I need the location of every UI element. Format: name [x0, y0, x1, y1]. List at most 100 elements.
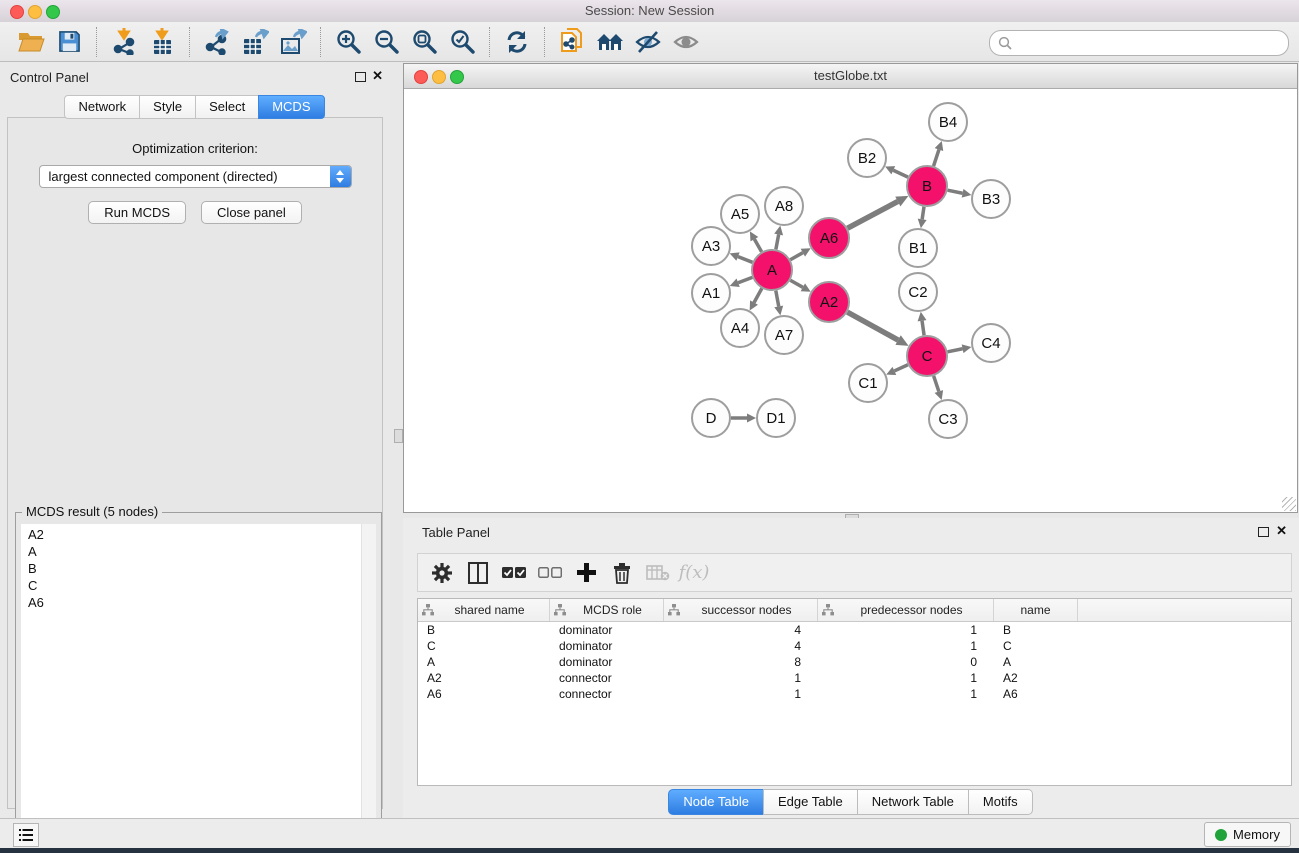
node-B2[interactable]: B2	[848, 139, 886, 177]
run-mcds-button[interactable]: Run MCDS	[88, 201, 186, 224]
float-table-panel-icon[interactable]	[1258, 527, 1269, 537]
search-input[interactable]	[1012, 36, 1288, 51]
tab-network[interactable]: Network	[64, 95, 140, 119]
edge-C-C4[interactable]	[948, 344, 972, 353]
edge-A-A5[interactable]	[750, 231, 762, 251]
column-header-MCDS-role[interactable]: MCDS role	[550, 599, 664, 621]
column-header-name[interactable]: name	[994, 599, 1078, 621]
edge-A-A8[interactable]	[774, 226, 783, 250]
import-table-button[interactable]	[143, 25, 181, 59]
float-panel-icon[interactable]	[355, 72, 366, 82]
zoom-selected-button[interactable]	[443, 25, 481, 59]
tab-edge-table[interactable]: Edge Table	[763, 789, 858, 815]
refresh-layout-button[interactable]	[498, 25, 536, 59]
function-builder-button[interactable]: f(x)	[678, 558, 710, 588]
hide-selected-button[interactable]	[629, 25, 667, 59]
node-D[interactable]: D	[692, 399, 730, 437]
network-close-traffic-light[interactable]	[414, 70, 428, 84]
mcds-result-item[interactable]: B	[21, 561, 362, 578]
zoom-in-button[interactable]	[329, 25, 367, 59]
column-header-shared-name[interactable]: shared name	[418, 599, 550, 621]
select-all-rows-button[interactable]	[498, 558, 530, 588]
column-header-successor-nodes[interactable]: successor nodes	[664, 599, 818, 621]
network-minimize-traffic-light[interactable]	[432, 70, 446, 84]
search-field[interactable]	[989, 30, 1289, 56]
edge-A-A6[interactable]	[790, 248, 810, 259]
table-row[interactable]: Bdominator41B	[418, 622, 1291, 638]
duplicate-network-button[interactable]	[553, 25, 591, 59]
column-header-predecessor-nodes[interactable]: predecessor nodes	[818, 599, 994, 621]
table-row[interactable]: Adominator80A	[418, 654, 1291, 670]
node-C2[interactable]: C2	[899, 273, 937, 311]
node-A3[interactable]: A3	[692, 227, 730, 265]
table-row[interactable]: A6connector11A6	[418, 686, 1291, 702]
window-resize-grip[interactable]	[1282, 497, 1296, 511]
table-row[interactable]: A2connector11A2	[418, 670, 1291, 686]
edge-A-A7[interactable]	[774, 291, 783, 316]
network-canvas[interactable]: B4B2BB3A8A5A6A3B1AA1C2A2A4A7C4CC1C3DD1	[404, 89, 1297, 512]
edge-A-A3[interactable]	[730, 252, 753, 262]
open-session-button[interactable]	[12, 25, 50, 59]
node-A5[interactable]: A5	[721, 195, 759, 233]
tab-mcds[interactable]: MCDS	[258, 95, 324, 119]
node-C[interactable]: C	[907, 336, 947, 376]
node-B1[interactable]: B1	[899, 229, 937, 267]
mcds-result-item[interactable]: A6	[21, 595, 362, 612]
export-image-button[interactable]	[274, 25, 312, 59]
node-A8[interactable]: A8	[765, 187, 803, 225]
show-all-button[interactable]	[667, 25, 705, 59]
tab-node-table[interactable]: Node Table	[668, 789, 764, 815]
export-table-button[interactable]	[236, 25, 274, 59]
import-network-button[interactable]	[105, 25, 143, 59]
node-A[interactable]: A	[752, 250, 792, 290]
minimize-window-traffic-light[interactable]	[28, 5, 42, 19]
show-panels-menu-button[interactable]	[13, 823, 39, 847]
node-C1[interactable]: C1	[849, 364, 887, 402]
close-table-panel-icon[interactable]: ✕	[1276, 523, 1287, 539]
table-settings-button[interactable]	[426, 558, 458, 588]
tab-network-table[interactable]: Network Table	[857, 789, 969, 815]
node-A2[interactable]: A2	[809, 282, 849, 322]
edge-A-A2[interactable]	[790, 280, 810, 291]
vertical-splitter-handle[interactable]	[394, 429, 403, 443]
edge-C-C2[interactable]	[918, 312, 927, 335]
mcds-result-item[interactable]: A	[21, 544, 362, 561]
mcds-result-item[interactable]: C	[21, 578, 362, 595]
edge-B-B1[interactable]	[918, 207, 927, 228]
network-window-titlebar[interactable]: testGlobe.txt	[404, 64, 1297, 89]
node-C4[interactable]: C4	[972, 324, 1010, 362]
node-A7[interactable]: A7	[765, 316, 803, 354]
node-B4[interactable]: B4	[929, 103, 967, 141]
criterion-dropdown[interactable]: largest connected component (directed)	[39, 165, 352, 188]
edge-B-B2[interactable]	[885, 166, 908, 177]
node-A6[interactable]: A6	[809, 218, 849, 258]
deselect-all-rows-button[interactable]	[534, 558, 566, 588]
delete-columns-button[interactable]	[606, 558, 638, 588]
close-panel-button[interactable]: Close panel	[201, 201, 302, 224]
tab-motifs[interactable]: Motifs	[968, 789, 1033, 815]
zoom-window-traffic-light[interactable]	[46, 5, 60, 19]
memory-button[interactable]: Memory	[1204, 822, 1291, 847]
edge-A2-C[interactable]	[847, 312, 908, 346]
edge-D-D1[interactable]	[731, 414, 756, 423]
edge-C-C1[interactable]	[886, 365, 908, 375]
delete-table-button[interactable]	[642, 558, 674, 588]
close-panel-icon[interactable]: ✕	[372, 68, 383, 84]
show-columns-button[interactable]	[462, 558, 494, 588]
edge-A6-B[interactable]	[848, 196, 909, 228]
table-row[interactable]: Cdominator41C	[418, 638, 1291, 654]
node-A1[interactable]: A1	[692, 274, 730, 312]
tab-select[interactable]: Select	[195, 95, 259, 119]
edge-C-C3[interactable]	[934, 376, 943, 400]
node-B[interactable]: B	[907, 166, 947, 206]
node-C3[interactable]: C3	[929, 400, 967, 438]
network-zoom-traffic-light[interactable]	[450, 70, 464, 84]
edge-B-B3[interactable]	[948, 189, 972, 198]
result-list-scrollbar[interactable]	[361, 524, 376, 847]
export-network-button[interactable]	[198, 25, 236, 59]
close-window-traffic-light[interactable]	[10, 5, 24, 19]
mcds-result-item[interactable]: A2	[21, 527, 362, 544]
node-B3[interactable]: B3	[972, 180, 1010, 218]
node-A4[interactable]: A4	[721, 309, 759, 347]
zoom-out-button[interactable]	[367, 25, 405, 59]
